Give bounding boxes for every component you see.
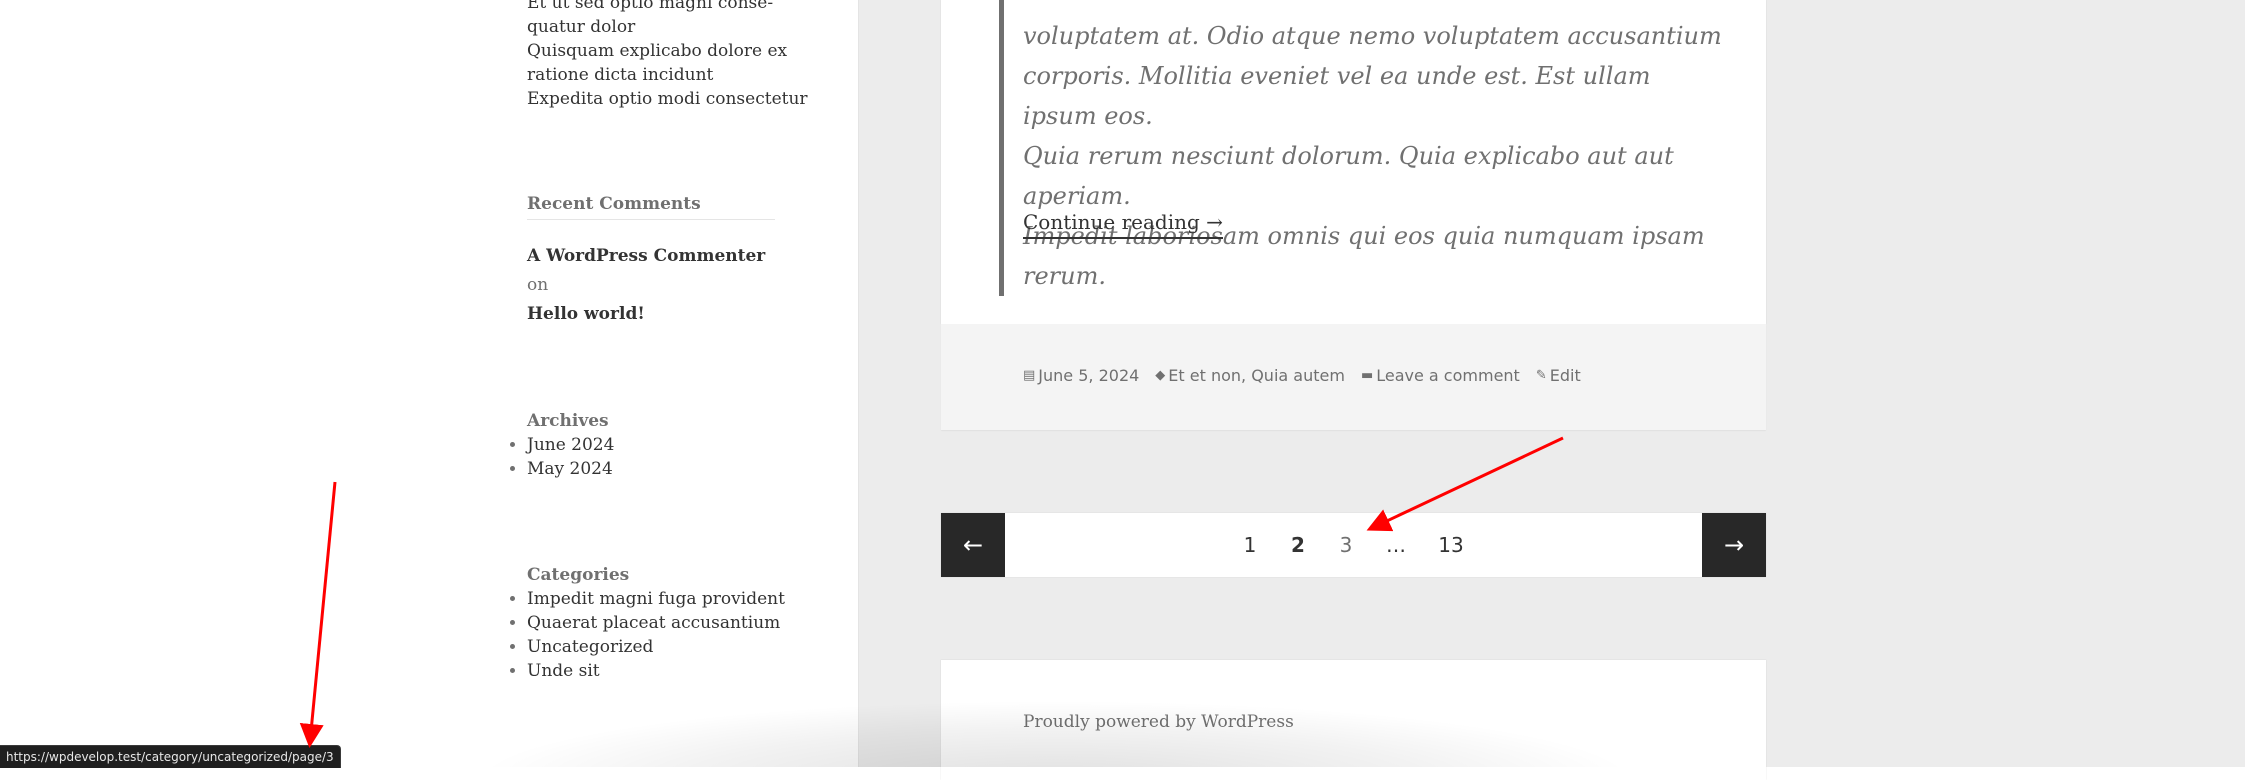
content-area: voluptatem at. Odio atque nemo voluptate… [858,0,2245,780]
site-footer: Proudly powered by WordPress [941,660,1766,780]
post-card: voluptatem at. Odio atque nemo voluptate… [941,0,1766,324]
page-current-2: 2 [1291,533,1305,557]
previous-page-button[interactable]: ← [941,513,1005,577]
powered-by-link[interactable]: Proudly powered by WordPress [1023,712,1294,732]
page-link-3[interactable]: 3 [1340,513,1353,577]
category-link[interactable]: Impedit magni fuga provident [527,587,785,611]
recent-post-link[interactable]: quatur dolor [527,15,787,39]
comment-author-link[interactable]: A WordPress Commenter [527,246,765,266]
archives-list: June 2024 May 2024 [511,433,614,481]
pagination: ← 1 2 3 … 13 → [941,513,1766,577]
categories-title: Categories [527,565,630,585]
category-link[interactable]: Quaerat placeat accusantium [527,611,785,635]
recent-post-line: Quisquam explicabo dolore ex [527,41,788,61]
post-date[interactable]: ▤ June 5, 2024 [1023,366,1139,385]
continue-reading-link[interactable]: Continue reading → [1023,208,1223,239]
recent-post-line: Expedita optio modi consectetur [527,89,808,109]
sidebar: Et ut sed optio magni conse- quatur dolo… [0,0,858,767]
comment-post-link[interactable]: Hello world! [527,304,645,324]
recent-post-link[interactable]: Expedita optio modi consectetur [527,87,808,111]
browser-status-bar: https://wpdevelop.test/category/uncatego… [0,745,341,768]
recent-comment: A WordPress Commenter on Hello world! [527,242,787,329]
quote-line: Quia rerum nesciunt dolorum. Quia explic… [1023,142,1674,210]
recent-posts-list: Et ut sed optio magni conse- quatur dolo… [527,0,808,111]
post-meta-bar: ▤ June 5, 2024 ◆ Et et non, Quia autem ▬… [941,324,1766,430]
calendar-icon: ▤ [1023,368,1036,383]
page-link-13[interactable]: 13 [1438,513,1463,577]
post-date-text: June 5, 2024 [1038,366,1140,385]
quote-line-partial [1023,0,1723,16]
arrow-left-icon: ← [962,531,984,559]
post-blockquote: voluptatem at. Odio atque nemo voluptate… [999,0,1723,296]
recent-post-link[interactable]: ratione dicta incidunt [527,63,787,87]
page-dots: … [1386,533,1406,557]
quote-line: voluptatem at. Odio atque nemo voluptate… [1023,22,1722,50]
leave-comment-link[interactable]: ▬ Leave a comment [1361,366,1520,385]
category-link[interactable]: Unde sit [527,659,785,683]
page-link-1[interactable]: 1 [1244,513,1257,577]
recent-post-link[interactable]: Et ut sed optio magni conse- [527,0,787,15]
tag-icon: ◆ [1155,368,1166,383]
archive-link[interactable]: May 2024 [527,457,614,481]
pencil-icon: ✎ [1535,368,1547,383]
comment-icon: ▬ [1360,368,1374,383]
recent-comments-title: Recent Comments [527,192,775,220]
quote-line: corporis. Mollitia eveniet vel ea unde e… [1023,62,1651,130]
arrow-right-icon: → [1723,531,1745,559]
post-meta: ▤ June 5, 2024 ◆ Et et non, Quia autem ▬… [1023,366,1597,385]
next-page-button[interactable]: → [1702,513,1766,577]
status-url: https://wpdevelop.test/category/uncatego… [6,750,334,764]
post-tags[interactable]: ◆ Et et non, Quia autem [1155,366,1345,385]
recent-post-line: quatur dolor [527,17,636,37]
leave-comment-text: Leave a comment [1376,366,1520,385]
comment-on-label: on [527,275,549,295]
archive-link[interactable]: June 2024 [527,433,614,457]
category-link[interactable]: Uncategorized [527,635,785,659]
categories-list: Impedit magni fuga provident Quaerat pla… [511,587,785,683]
recent-post-link[interactable]: Quisquam explicabo dolore ex [527,39,787,63]
edit-text: Edit [1549,366,1581,385]
post-tags-text: Et et non, Quia autem [1168,366,1345,385]
recent-post-line: Et ut sed optio magni conse- [527,0,774,13]
recent-post-line: ratione dicta incidunt [527,65,714,85]
edit-link[interactable]: ✎ Edit [1536,366,1581,385]
archives-title: Archives [527,411,609,431]
